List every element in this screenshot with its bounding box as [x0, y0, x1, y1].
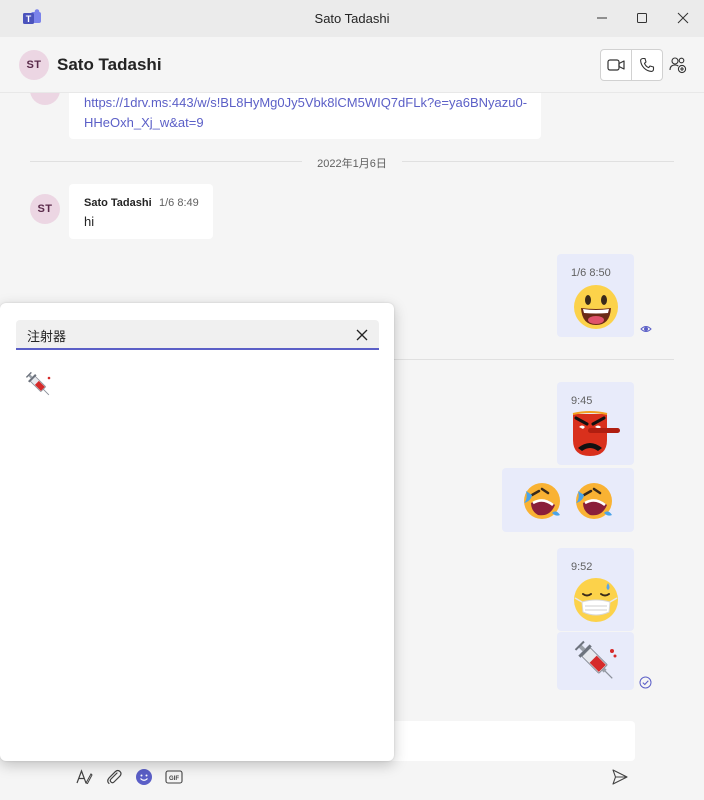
shared-link-continued[interactable]: HHeOxh_Xj_w&at=9	[84, 113, 527, 133]
video-camera-icon	[607, 59, 625, 71]
format-button[interactable]	[74, 767, 94, 787]
avatar[interactable]: ST	[30, 194, 60, 224]
outgoing-message-bubble[interactable]	[502, 468, 634, 532]
chat-header: ST Sato Tadashi	[0, 37, 704, 93]
divider-line	[394, 359, 674, 360]
incoming-message-bubble[interactable]: Sato Tadashi 1/6 8:49 hi	[69, 184, 213, 239]
compose-toolbar: GIF	[74, 767, 184, 787]
message-timestamp: 1/6 8:49	[159, 197, 199, 209]
emoji-picker	[0, 303, 394, 761]
add-people-icon	[669, 57, 687, 74]
message-sender: Sato Tadashi	[84, 197, 152, 209]
contact-name: Sato Tadashi	[57, 55, 162, 74]
rolling-on-floor-laughing-emoji-icon	[576, 483, 612, 519]
date-divider: 2022年1月6日	[302, 155, 402, 171]
attach-icon	[107, 769, 122, 785]
emoji-button[interactable]	[134, 767, 154, 787]
clear-search-icon[interactable]	[355, 328, 369, 342]
outgoing-message-bubble[interactable]: 9:52	[557, 548, 634, 631]
format-icon	[76, 769, 93, 785]
message-text: hi	[84, 214, 95, 229]
message-timestamp: 9:45	[571, 395, 593, 407]
grinning-face-emoji-icon	[574, 285, 618, 329]
syringe-emoji-result-icon[interactable]	[24, 370, 54, 400]
emoji-icon	[136, 769, 152, 785]
avatar[interactable]: ST	[19, 50, 49, 80]
emoji-search-box	[16, 320, 379, 350]
message-timestamp: 9:52	[571, 561, 593, 573]
audio-call-button[interactable]	[631, 50, 662, 80]
outgoing-message-bubble[interactable]: 1/6 8:50	[557, 254, 634, 337]
minimize-button[interactable]	[592, 8, 612, 28]
video-call-button[interactable]	[601, 50, 631, 80]
gif-icon: GIF	[165, 770, 183, 784]
minimize-icon	[597, 17, 607, 19]
maximize-button[interactable]	[632, 8, 652, 28]
sick-face-with-mask-emoji-icon	[574, 578, 618, 622]
phone-icon	[640, 57, 655, 72]
outgoing-message-bubble[interactable]: 9:45	[557, 382, 634, 465]
seen-eye-icon	[640, 326, 652, 332]
add-people-button[interactable]	[668, 55, 688, 75]
tengu-face-emoji-icon	[572, 411, 620, 456]
message-timestamp: 1/6 8:50	[571, 267, 611, 279]
outgoing-message-bubble[interactable]	[557, 632, 634, 690]
link-message-bubble[interactable]: https://1drv.ms:443/w/s!BL8HyMg0Jy5Vbk8l…	[69, 93, 541, 139]
emoji-search-input[interactable]	[27, 324, 327, 346]
attach-button[interactable]	[104, 767, 124, 787]
maximize-icon	[637, 13, 647, 23]
avatar[interactable]: ST	[30, 93, 60, 105]
rolling-on-floor-laughing-emoji-icon	[524, 483, 560, 519]
svg-text:GIF: GIF	[169, 776, 179, 782]
call-button-group	[600, 49, 663, 81]
syringe-emoji-icon	[574, 640, 617, 679]
close-window-button[interactable]	[673, 8, 693, 28]
close-icon	[677, 12, 689, 24]
title-bar: T Sato Tadashi	[0, 0, 704, 37]
send-icon	[612, 769, 628, 785]
send-button[interactable]	[610, 767, 630, 787]
shared-link[interactable]: https://1drv.ms:443/w/s!BL8HyMg0Jy5Vbk8l…	[84, 93, 527, 113]
delivered-check-icon	[639, 676, 652, 689]
gif-button[interactable]: GIF	[164, 767, 184, 787]
